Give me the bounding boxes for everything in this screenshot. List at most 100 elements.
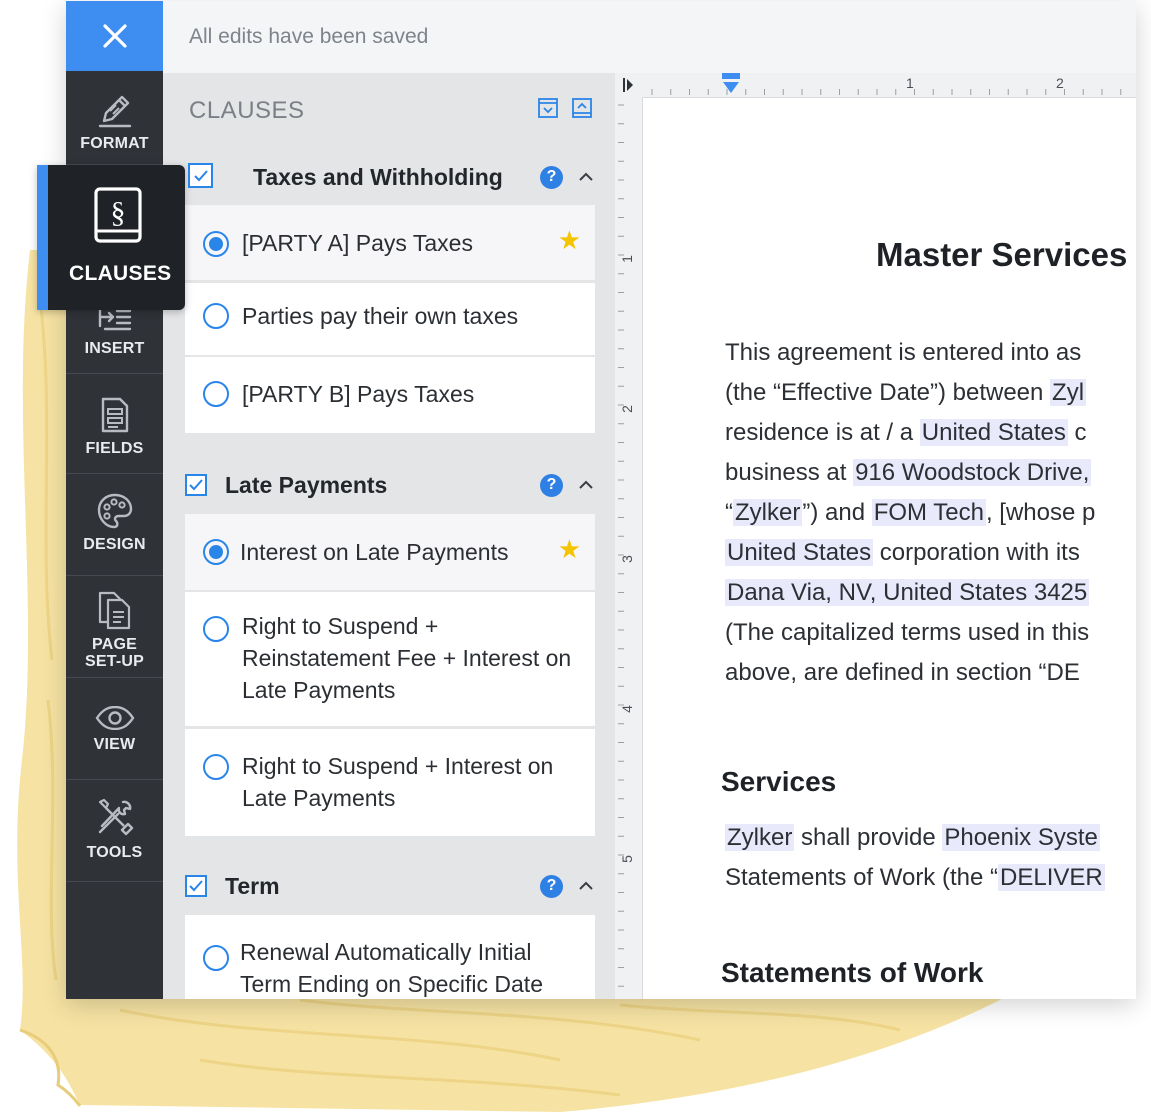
radio-unselected[interactable] — [203, 754, 229, 780]
clause-option[interactable]: Interest on Late Payments ★ — [185, 514, 595, 590]
form-fields-icon — [101, 397, 128, 433]
merge-field[interactable]: 916 Woodstock Drive, — [853, 459, 1092, 486]
check-icon — [193, 169, 208, 181]
star-icon: ★ — [557, 534, 581, 564]
ruler-number: 2 — [1056, 75, 1064, 91]
merge-field[interactable]: United States — [919, 419, 1068, 446]
nav-label: DESIGN — [83, 536, 146, 553]
merge-field[interactable]: Zylker — [733, 499, 803, 526]
close-button[interactable] — [66, 1, 163, 71]
panel-title: CLAUSES — [189, 97, 305, 124]
chevron-up-icon[interactable] — [575, 166, 597, 188]
merge-field[interactable]: Phoenix Syste — [942, 824, 1100, 851]
document-title: Master Services — [876, 236, 1128, 273]
nav-item-view[interactable]: VIEW — [66, 678, 163, 780]
pages-icon — [98, 591, 130, 630]
clause-option[interactable]: Right to Suspend + Reinstatement Fee + I… — [185, 592, 595, 726]
nav-label: VIEW — [93, 736, 136, 753]
ruler-number: 1 — [618, 255, 635, 263]
help-icon[interactable]: ? — [540, 874, 563, 898]
document-text: (the “Effective Date”) between — [725, 379, 1051, 406]
clause-group-checkbox[interactable] — [185, 875, 207, 897]
clause-option[interactable]: [PARTY A] Pays Taxes ★ — [185, 205, 595, 280]
document-line: “Zylker”) and FOM Tech, [whose p — [725, 493, 1136, 533]
nav-item-tools[interactable]: TOOLS — [66, 780, 163, 882]
clause-option-label: Interest on Late Payments — [240, 539, 509, 565]
services-heading: Services — [721, 766, 837, 797]
clause-option[interactable]: Renewal Automatically Initial Term Endin… — [185, 915, 595, 999]
document-text: residence is at / a — [725, 419, 920, 446]
document-line: This agreement is entered into as — [725, 333, 1136, 373]
merge-field[interactable]: FOM Tech — [871, 499, 986, 526]
ruler-number: 2 — [618, 405, 635, 413]
document-text: corporation with its — [873, 539, 1080, 566]
radio-unselected[interactable] — [203, 303, 229, 329]
document-line: business at 916 Woodstock Drive, — [725, 453, 1136, 493]
merge-field[interactable]: Zyl — [1050, 379, 1087, 406]
clause-option[interactable]: Parties pay their own taxes — [185, 283, 595, 355]
radio-unselected[interactable] — [203, 616, 229, 642]
help-icon[interactable]: ? — [540, 165, 563, 189]
radio-unselected[interactable] — [203, 945, 229, 971]
nav-label: FORMAT — [80, 135, 149, 152]
document-page[interactable]: Master Services This agreement is entere… — [643, 98, 1136, 999]
clauses-panel: CLAUSES Taxes and Withholding ? [PARTY A… — [163, 73, 615, 999]
nav-label: FIELDS — [85, 440, 144, 457]
svg-text:§: § — [111, 196, 126, 229]
clause-option[interactable]: Right to Suspend + Interest on Late Paym… — [185, 729, 595, 836]
merge-field[interactable]: DELIVER — [998, 864, 1105, 891]
statements-of-work-heading: Statements of Work — [721, 957, 984, 988]
clause-group-checkbox[interactable] — [185, 474, 207, 496]
collapse-all-button[interactable] — [537, 97, 559, 119]
chevron-up-icon[interactable] — [575, 474, 597, 496]
document-text: business at — [725, 459, 854, 486]
indent-marker[interactable] — [720, 73, 742, 95]
document-line: (The capitalized terms used in this — [725, 613, 1136, 653]
clause-option-label: Right to Suspend + Interest on Late Paym… — [242, 753, 554, 811]
clause-option[interactable]: [PARTY B] Pays Taxes — [185, 357, 595, 433]
ruler-number: 5 — [618, 855, 635, 863]
document-text: (The capitalized terms used in this — [725, 619, 1090, 646]
help-icon[interactable]: ? — [540, 473, 563, 497]
section-book-icon: § — [94, 187, 142, 243]
merge-field[interactable]: United States — [725, 539, 874, 566]
radio-unselected[interactable] — [203, 381, 229, 407]
save-status-text: All edits have been saved — [189, 25, 429, 48]
nav-label: PAGE SET-UP — [85, 636, 144, 670]
nav-item-format[interactable]: FORMAT — [66, 71, 163, 165]
nav-label: CLAUSES — [69, 262, 172, 285]
document-text: ”) and — [802, 499, 872, 526]
radio-selected[interactable] — [203, 231, 229, 257]
nav-item-fields[interactable]: FIELDS — [66, 374, 163, 474]
pen-icon — [98, 95, 131, 128]
document-line: Statements of Work (the “DELIVER — [725, 858, 1136, 898]
clause-group-checkbox[interactable] — [188, 163, 213, 188]
nav-item-design[interactable]: DESIGN — [66, 474, 163, 576]
document-line: United States corporation with its — [725, 533, 1136, 573]
clause-option-label: [PARTY A] Pays Taxes — [242, 230, 473, 256]
ruler-number: 1 — [906, 75, 914, 91]
clause-group-header: Taxes and Withholding ? — [253, 159, 597, 195]
nav-item-page-setup[interactable]: PAGE SET-UP — [66, 576, 163, 678]
document-line: residence is at / a United States c — [725, 413, 1136, 453]
close-icon — [102, 24, 127, 48]
nav-item-clauses[interactable]: § CLAUSES — [37, 165, 185, 310]
wrench-screwdriver-icon — [98, 798, 133, 836]
vertical-ruler[interactable]: 1 2 3 4 5 — [615, 97, 643, 999]
nav-label: TOOLS — [86, 844, 143, 861]
chevron-up-icon[interactable] — [575, 875, 597, 897]
horizontal-ruler[interactable]: 1 2 — [642, 73, 1136, 98]
contract-editor-window: All edits have been saved FORMAT INSERT — [66, 1, 1136, 999]
clause-group-title: Term — [225, 872, 280, 899]
clause-option-label: [PARTY B] Pays Taxes — [242, 381, 475, 407]
nav-item-insert[interactable]: INSERT — [66, 306, 163, 374]
clause-option-label: Right to Suspend + Reinstatement Fee + I… — [242, 613, 572, 703]
clause-group-header: Late Payments ? — [185, 467, 597, 503]
merge-field[interactable]: Zylker — [725, 824, 795, 851]
radio-selected[interactable] — [203, 539, 229, 565]
merge-field[interactable]: Dana Via, NV, United States 3425 — [725, 579, 1090, 606]
ruler-toggle[interactable] — [615, 73, 643, 98]
ruler-number: 3 — [618, 555, 635, 563]
document-text: shall provide — [794, 824, 943, 851]
expand-all-button[interactable] — [571, 97, 593, 119]
